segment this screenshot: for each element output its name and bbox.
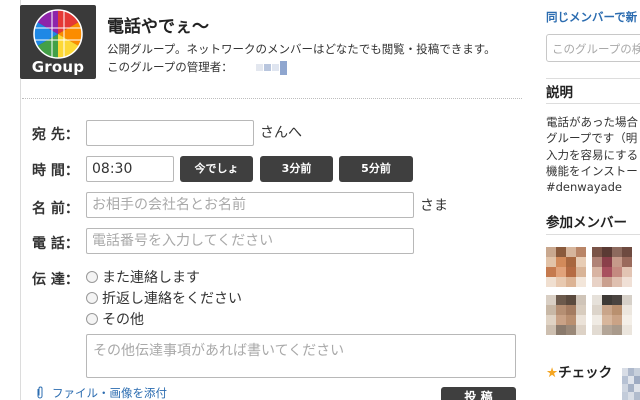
member-avatar[interactable] bbox=[592, 247, 632, 287]
radio-option-other[interactable]: その他 bbox=[86, 309, 144, 329]
to-suffix: さんへ bbox=[260, 125, 302, 141]
group-description-text: 電話があった場合 グループです（明 入力を容易にする 機能をインストー #den… bbox=[546, 114, 638, 195]
check-heading: ★チェック bbox=[546, 361, 612, 381]
member-avatar[interactable] bbox=[592, 295, 632, 335]
group-search-input[interactable]: このグループの検 bbox=[546, 34, 640, 62]
phone-label: 電 話： bbox=[32, 236, 79, 252]
post-button[interactable]: 投 稿 bbox=[441, 387, 516, 400]
attach-file-link[interactable]: ファイル・画像を添付 bbox=[36, 385, 167, 400]
radio-icon[interactable] bbox=[86, 313, 98, 325]
radio-label: その他 bbox=[102, 312, 144, 328]
name-suffix: さま bbox=[420, 198, 448, 214]
group-admin: このグループの管理者： bbox=[107, 59, 288, 75]
member-avatar[interactable] bbox=[546, 295, 586, 335]
memo-textarea[interactable]: その他伝達事項があれば書いてください bbox=[86, 334, 516, 378]
radio-label: 折返し連絡をください bbox=[102, 291, 242, 307]
now-button[interactable]: 今でしょ bbox=[180, 156, 253, 182]
logo-text: Group bbox=[31, 58, 85, 76]
sidebar: 同じメンバーで新 このグループの検 説明 電話があった場合 グループです（明 入… bbox=[531, 0, 640, 400]
check-heading-label: チェック bbox=[558, 365, 613, 381]
admin-label: このグループの管理者： bbox=[107, 60, 233, 74]
name-input[interactable] bbox=[86, 192, 414, 218]
three-min-ago-button[interactable]: 3分前 bbox=[260, 156, 333, 182]
attach-label: ファイル・画像を添付 bbox=[52, 386, 167, 400]
group-description: 公開グループ。ネットワークのメンバーはどなたでも閲覧・投稿できます。 bbox=[107, 42, 496, 56]
radio-icon[interactable] bbox=[86, 271, 98, 283]
description-line: 電話があった場合 bbox=[546, 115, 638, 129]
description-heading: 説明 bbox=[546, 85, 573, 101]
radio-icon[interactable] bbox=[86, 292, 98, 304]
message-label: 伝 達： bbox=[32, 272, 79, 288]
radio-option-call-again[interactable]: また連絡します bbox=[86, 267, 200, 287]
paperclip-icon bbox=[37, 386, 43, 399]
description-line: グループです（明 bbox=[546, 131, 638, 146]
sidebar-divider bbox=[546, 78, 640, 79]
group-title: 電話やでぇ〜 bbox=[107, 17, 209, 37]
main-panel: Group 電話やでぇ〜 公開グループ。ネットワークのメンバーはどなたでも閲覧・… bbox=[0, 0, 531, 400]
members-heading: 参加メンバー bbox=[546, 215, 627, 231]
five-min-ago-button[interactable]: 5分前 bbox=[339, 156, 413, 182]
time-input[interactable] bbox=[86, 156, 174, 182]
group-logo-icon bbox=[33, 9, 83, 59]
sidebar-divider bbox=[546, 234, 640, 235]
member-avatar[interactable] bbox=[546, 247, 586, 287]
to-label: 宛 先： bbox=[32, 127, 79, 143]
description-line: 機能をインストー bbox=[546, 163, 638, 178]
check-item-thumbnail[interactable] bbox=[622, 368, 640, 400]
admin-avatar[interactable] bbox=[256, 60, 288, 75]
header-divider bbox=[22, 98, 522, 99]
radio-option-call-back[interactable]: 折返し連絡をください bbox=[86, 288, 242, 308]
time-label: 時 間： bbox=[32, 163, 79, 179]
description-line: 入力を容易にする bbox=[546, 147, 639, 162]
same-members-link[interactable]: 同じメンバーで新 bbox=[546, 9, 637, 25]
description-line: #denwayade bbox=[546, 180, 622, 195]
sidebar-divider bbox=[546, 103, 640, 104]
name-label: 名 前： bbox=[32, 201, 79, 217]
phone-input[interactable] bbox=[86, 228, 414, 254]
star-icon: ★ bbox=[546, 365, 559, 381]
to-input[interactable] bbox=[86, 120, 254, 146]
radio-label: また連絡します bbox=[102, 270, 200, 286]
group-logo: Group bbox=[20, 5, 96, 79]
